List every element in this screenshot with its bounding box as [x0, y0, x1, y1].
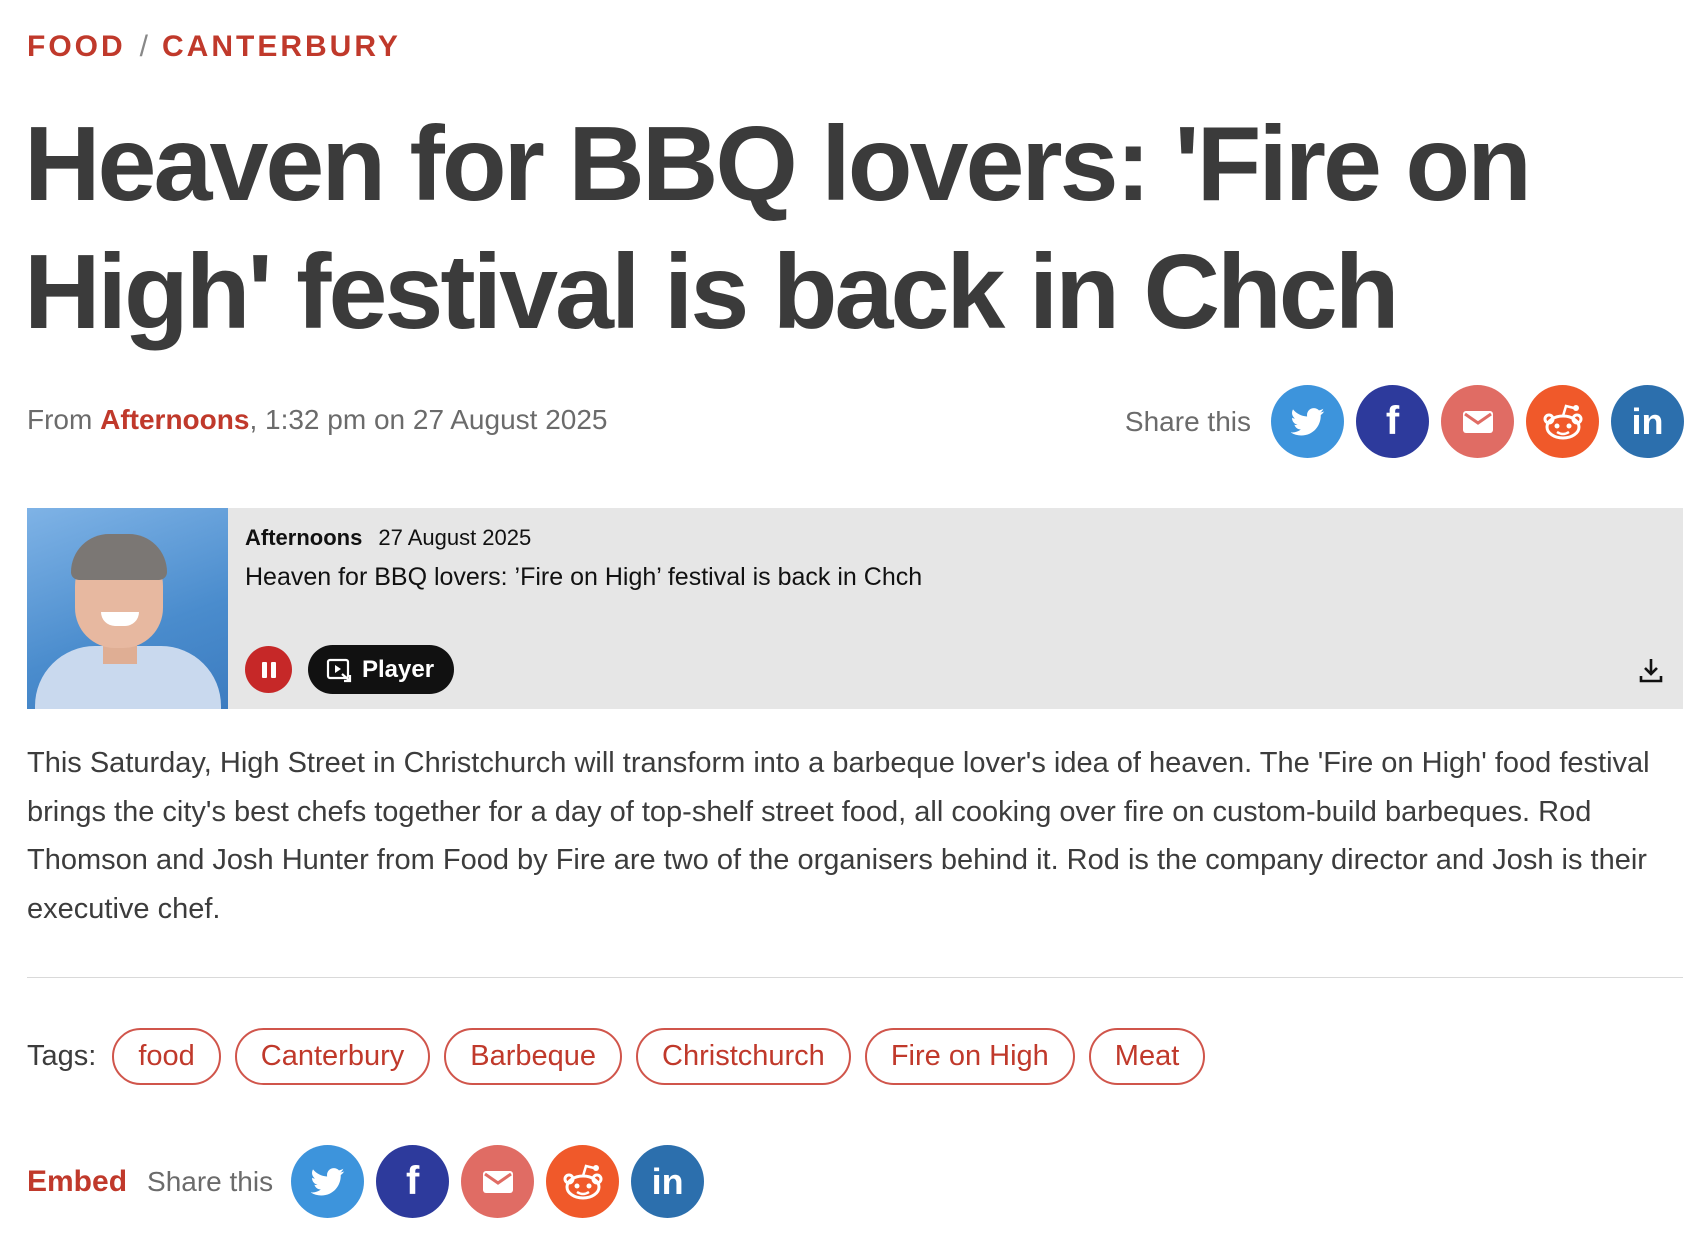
breadcrumb-region-link[interactable]: CANTERBURY	[162, 30, 401, 64]
linkedin-in-icon: in	[1631, 400, 1664, 442]
article-summary: This Saturday, High Street in Christchur…	[27, 747, 1650, 925]
player-date: 27 August 2025	[378, 525, 532, 550]
share-linkedin-button[interactable]: in	[1611, 385, 1684, 458]
share-bar-top: Share this f in	[1125, 385, 1684, 458]
tag-fire-on-high[interactable]: Fire on High	[864, 1028, 1075, 1085]
player-card-body: Afternoons 27 August 2025 Heaven for BBQ…	[228, 508, 1683, 709]
download-button[interactable]	[1637, 656, 1665, 689]
player-card-meta: Afternoons 27 August 2025	[245, 525, 531, 551]
share-email-button[interactable]	[1441, 385, 1514, 458]
envelope-icon	[1462, 410, 1493, 433]
share-facebook-button-bottom[interactable]: f	[376, 1145, 450, 1218]
linkedin-in-icon: in	[651, 1160, 684, 1202]
tag-christchurch[interactable]: Christchurch	[636, 1028, 851, 1085]
breadcrumb: FOOD / CANTERBURY	[27, 30, 401, 64]
program-link[interactable]: Afternoons	[100, 404, 249, 435]
pause-button[interactable]	[245, 646, 292, 693]
player-popout-icon	[326, 658, 352, 682]
tag-food[interactable]: food	[112, 1028, 221, 1085]
divider	[27, 977, 1683, 978]
facebook-f-icon: f	[1385, 399, 1400, 443]
twitter-bird-icon	[310, 1167, 344, 1195]
share-twitter-button[interactable]	[1271, 385, 1344, 458]
breadcrumb-category-link[interactable]: FOOD	[27, 30, 126, 64]
tags-row: Tags: food Canterbury Barbeque Christchu…	[27, 1028, 1206, 1085]
tag-canterbury[interactable]: Canterbury	[234, 1028, 431, 1085]
facebook-f-icon: f	[405, 1159, 420, 1203]
player-track-title: Heaven for BBQ lovers: ’Fire on High’ fe…	[245, 563, 923, 591]
share-bar-bottom: Embed Share this f in	[27, 1145, 705, 1218]
page-title: Heaven for BBQ lovers: 'Fire on High' fe…	[24, 105, 1532, 351]
player-button-label: Player	[362, 655, 435, 683]
breadcrumb-separator: /	[139, 30, 149, 63]
meta-prefix: From	[27, 404, 93, 435]
tag-meat[interactable]: Meat	[1088, 1028, 1206, 1085]
audio-player-card: Afternoons 27 August 2025 Heaven for BBQ…	[27, 508, 1683, 709]
tag-barbeque[interactable]: Barbeque	[444, 1028, 623, 1085]
player-program: Afternoons	[245, 525, 363, 550]
share-twitter-button-bottom[interactable]	[291, 1145, 365, 1218]
article-meta: From Afternoons, 1:32 pm on 27 August 20…	[27, 404, 608, 436]
download-icon	[1639, 659, 1663, 683]
tags-label: Tags:	[27, 1040, 97, 1072]
meta-datetime: , 1:32 pm on 27 August 2025	[249, 404, 608, 435]
open-player-button[interactable]: Player	[308, 645, 455, 694]
share-facebook-button[interactable]: f	[1356, 385, 1429, 458]
pause-icon	[261, 661, 267, 678]
share-email-button-bottom[interactable]	[461, 1145, 535, 1218]
reddit-alien-icon	[1543, 403, 1582, 439]
share-reddit-button[interactable]	[1526, 385, 1599, 458]
share-linkedin-button-bottom[interactable]: in	[631, 1145, 705, 1218]
embed-link[interactable]: Embed	[27, 1165, 127, 1199]
reddit-alien-icon	[563, 1163, 603, 1199]
presenter-photo	[27, 508, 228, 709]
share-label-bottom: Share this	[147, 1165, 274, 1197]
share-label: Share this	[1124, 405, 1251, 437]
share-reddit-button-bottom[interactable]	[546, 1145, 620, 1218]
envelope-icon	[482, 1170, 513, 1193]
twitter-bird-icon	[1290, 407, 1324, 435]
